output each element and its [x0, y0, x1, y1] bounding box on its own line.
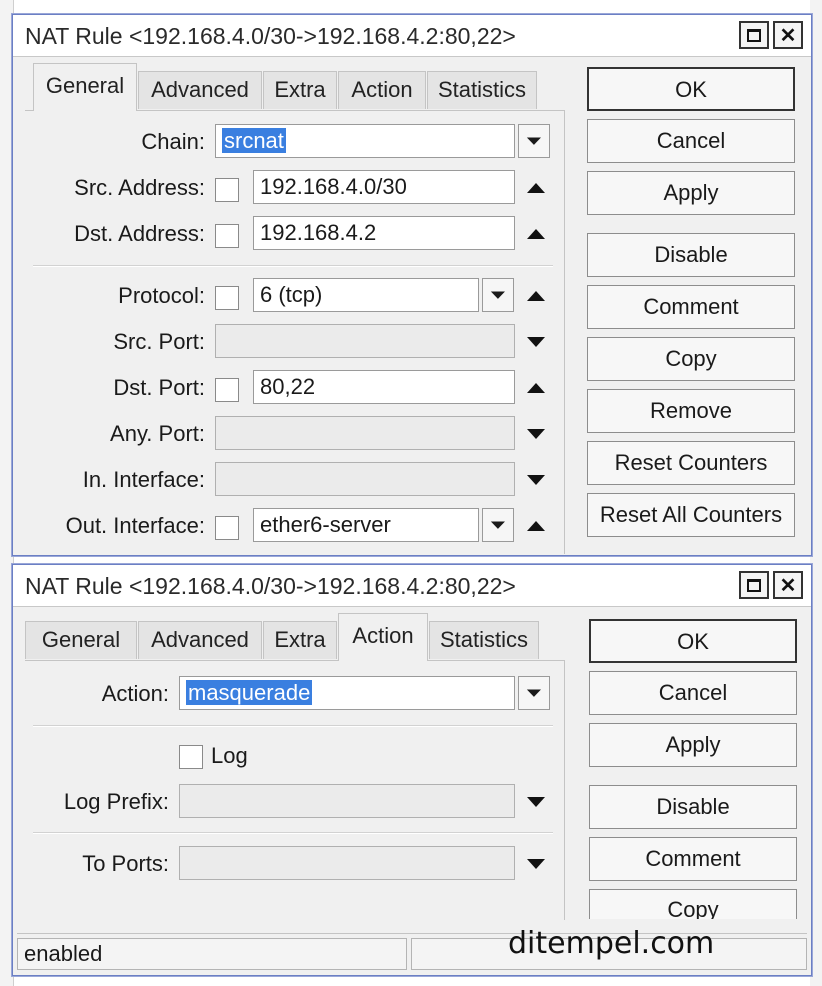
ok-button[interactable]: OK	[587, 67, 795, 111]
tab-statistics[interactable]: Statistics	[427, 71, 537, 109]
out-interface-dropdown-button[interactable]: ⏷	[482, 508, 514, 542]
maximize-icon	[747, 28, 761, 42]
watermark: ditempel.com	[508, 926, 715, 961]
protocol-dropdown-button[interactable]: ⏷	[482, 278, 514, 312]
dropdown-icon: ⏷	[490, 284, 506, 305]
tab-panel-border	[25, 660, 565, 661]
log-checkbox[interactable]	[179, 745, 203, 769]
expand-down-icon[interactable]	[527, 859, 545, 869]
src-address-field[interactable]: 192.168.4.0/30	[253, 170, 515, 204]
tab-advanced[interactable]: Advanced	[138, 71, 262, 109]
remove-button[interactable]: Remove	[587, 389, 795, 433]
separator	[33, 265, 553, 267]
expand-down-icon[interactable]	[527, 797, 545, 807]
in-interface-field[interactable]	[215, 462, 515, 496]
tab-statistics[interactable]: Statistics	[429, 621, 539, 659]
dst-port-field[interactable]: 80,22	[253, 370, 515, 404]
cancel-button[interactable]: Cancel	[587, 119, 795, 163]
apply-button[interactable]: Apply	[589, 723, 797, 767]
to-ports-label: To Ports:	[82, 851, 169, 876]
tab-general[interactable]: General	[33, 63, 137, 111]
maximize-icon	[747, 578, 761, 592]
dropdown-icon: ⏷	[490, 514, 506, 535]
reset-all-counters-button[interactable]: Reset All Counters	[587, 493, 795, 537]
log-label: Log	[211, 743, 248, 768]
nat-rule-window-action: NAT Rule <192.168.4.0/30->192.168.4.2:80…	[12, 564, 812, 976]
dropdown-icon: ⏷	[526, 130, 542, 151]
action-select[interactable]: masquerade	[179, 676, 515, 710]
panel-border	[564, 660, 565, 920]
log-prefix-label: Log Prefix:	[63, 789, 169, 814]
cancel-button[interactable]: Cancel	[589, 671, 797, 715]
reset-counters-button[interactable]: Reset Counters	[587, 441, 795, 485]
maximize-button[interactable]	[739, 21, 769, 49]
dst-address-negate-checkbox[interactable]	[215, 224, 239, 248]
chain-select[interactable]: srcnat	[215, 124, 515, 158]
tab-action[interactable]: Action	[338, 613, 428, 661]
dst-address-field[interactable]: 192.168.4.2	[253, 216, 515, 250]
panel-border	[564, 110, 565, 554]
expand-down-icon[interactable]	[527, 429, 545, 439]
any-port-label: Any. Port:	[110, 421, 205, 446]
expand-down-icon[interactable]	[527, 475, 545, 485]
collapse-up-icon[interactable]	[527, 521, 545, 531]
src-port-field[interactable]	[215, 324, 515, 358]
apply-button[interactable]: Apply	[587, 171, 795, 215]
out-interface-negate-checkbox[interactable]	[215, 516, 239, 540]
dropdown-icon: ⏷	[526, 682, 542, 703]
tab-action[interactable]: Action	[338, 71, 426, 109]
protocol-label: Protocol:	[118, 283, 205, 308]
close-button[interactable]: ✕	[773, 21, 803, 49]
dst-port-label: Dst. Port:	[113, 375, 205, 400]
collapse-up-icon[interactable]	[527, 229, 545, 239]
dst-address-label: Dst. Address:	[74, 221, 205, 246]
out-interface-label: Out. Interface:	[65, 513, 205, 538]
collapse-up-icon[interactable]	[527, 183, 545, 193]
tab-advanced[interactable]: Advanced	[138, 621, 262, 659]
copy-button[interactable]: Copy	[587, 337, 795, 381]
disable-button[interactable]: Disable	[587, 233, 795, 277]
chain-label: Chain:	[141, 129, 205, 154]
ok-button[interactable]: OK	[589, 619, 797, 663]
titlebar: NAT Rule <192.168.4.0/30->192.168.4.2:80…	[13, 15, 811, 57]
window-title: NAT Rule <192.168.4.0/30->192.168.4.2:80…	[25, 23, 516, 49]
close-icon: ✕	[779, 574, 797, 597]
tab-extra[interactable]: Extra	[263, 71, 337, 109]
to-ports-field[interactable]	[179, 846, 515, 880]
src-address-label: Src. Address:	[74, 175, 205, 200]
collapse-up-icon[interactable]	[527, 291, 545, 301]
protocol-negate-checkbox[interactable]	[215, 286, 239, 310]
comment-button[interactable]: Comment	[589, 837, 797, 881]
src-port-label: Src. Port:	[113, 329, 205, 354]
separator	[33, 832, 553, 834]
maximize-button[interactable]	[739, 571, 769, 599]
out-interface-select[interactable]: ether6-server	[253, 508, 479, 542]
log-prefix-field[interactable]	[179, 784, 515, 818]
nat-rule-window-general: NAT Rule <192.168.4.0/30->192.168.4.2:80…	[12, 14, 812, 556]
titlebar: NAT Rule <192.168.4.0/30->192.168.4.2:80…	[13, 565, 811, 607]
tab-general[interactable]: General	[25, 621, 137, 659]
chain-dropdown-button[interactable]: ⏷	[518, 124, 550, 158]
expand-down-icon[interactable]	[527, 337, 545, 347]
window-title: NAT Rule <192.168.4.0/30->192.168.4.2:80…	[25, 573, 516, 599]
copy-button[interactable]: Copy	[589, 889, 797, 919]
dst-port-negate-checkbox[interactable]	[215, 378, 239, 402]
tab-extra[interactable]: Extra	[263, 621, 337, 659]
in-interface-label: In. Interface:	[82, 467, 205, 492]
action-label: Action:	[101, 681, 169, 706]
close-icon: ✕	[779, 24, 797, 47]
action-dropdown-button[interactable]: ⏷	[518, 676, 550, 710]
any-port-field[interactable]	[215, 416, 515, 450]
protocol-select[interactable]: 6 (tcp)	[253, 278, 479, 312]
close-button[interactable]: ✕	[773, 571, 803, 599]
separator	[33, 725, 553, 727]
src-address-negate-checkbox[interactable]	[215, 178, 239, 202]
status-enabled: enabled	[17, 938, 407, 970]
disable-button[interactable]: Disable	[589, 785, 797, 829]
collapse-up-icon[interactable]	[527, 383, 545, 393]
comment-button[interactable]: Comment	[587, 285, 795, 329]
